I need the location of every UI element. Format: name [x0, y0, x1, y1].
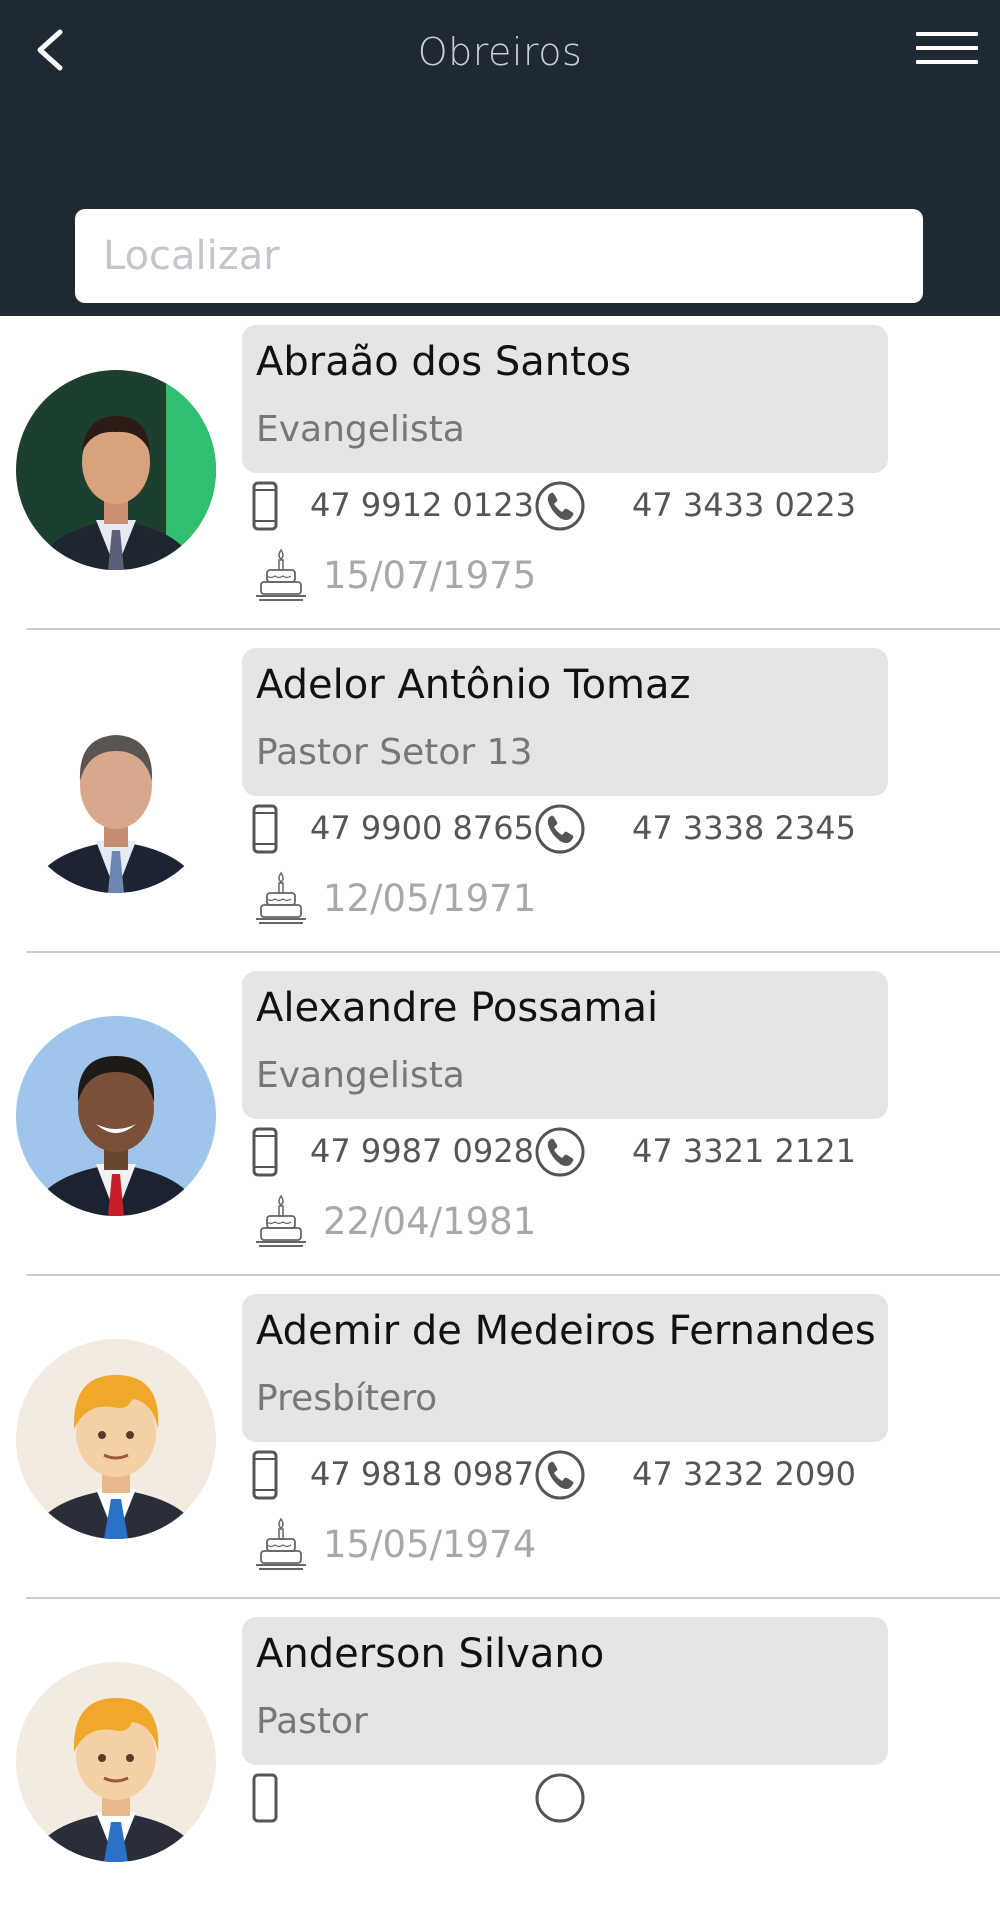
list-item[interactable]: Alexandre Possamai Evangelista 47 9987 0…: [0, 962, 1000, 1285]
list-item[interactable]: Ademir de Medeiros Fernandes Presbítero …: [0, 1285, 1000, 1608]
divider: [26, 1597, 1000, 1599]
birthday-row: 15/07/1975: [255, 548, 655, 608]
telephone-icon[interactable]: [534, 480, 586, 532]
hamburger-menu-icon[interactable]: [916, 32, 978, 70]
worker-name-box[interactable]: Adelor Antônio Tomaz Pastor Setor 13: [242, 648, 888, 796]
mobile-phone-icon: [252, 1127, 278, 1177]
divider: [26, 951, 1000, 953]
worker-name-box[interactable]: Ademir de Medeiros Fernandes Presbítero: [242, 1294, 888, 1442]
worker-name: Abraão dos Santos: [256, 339, 632, 385]
list-item[interactable]: Anderson Silvano Pastor: [0, 1608, 1000, 1931]
contact-row: 47 9818 0987 47 3232 2090: [252, 1445, 892, 1505]
list-item[interactable]: Adelor Antônio Tomaz Pastor Setor 13 47 …: [0, 639, 1000, 962]
contact-row: 47 9912 0123 47 3433 0223: [252, 476, 892, 536]
divider: [26, 628, 1000, 630]
mobile-number[interactable]: 47 9987 0928: [310, 1132, 534, 1170]
worker-name-box[interactable]: Anderson Silvano Pastor: [242, 1617, 888, 1765]
birthday-date: 15/07/1975: [323, 554, 537, 597]
divider: [26, 1274, 1000, 1276]
avatar: [16, 1662, 216, 1862]
contact-row: 47 9900 8765 47 3338 2345: [252, 799, 892, 859]
worker-role: Pastor: [256, 1701, 368, 1742]
worker-name: Adelor Antônio Tomaz: [256, 662, 691, 708]
birthday-date: 12/05/1971: [323, 877, 537, 920]
telephone-icon[interactable]: [534, 1126, 586, 1178]
worker-name: Anderson Silvano: [256, 1631, 605, 1677]
mobile-phone-icon: [252, 1450, 278, 1500]
mobile-phone-icon: [252, 481, 278, 531]
worker-role: Pastor Setor 13: [256, 732, 533, 773]
birthday-date: 15/05/1974: [323, 1523, 537, 1566]
page-title: Obreiros: [417, 30, 583, 74]
landline-number[interactable]: 47 3232 2090: [632, 1455, 856, 1493]
app-header: Obreiros: [0, 0, 1000, 316]
avatar: [16, 1016, 216, 1216]
birthday-cake-icon: [256, 871, 306, 924]
landline-number[interactable]: 47 3321 2121: [632, 1132, 856, 1170]
birthday-row: 22/04/1981: [255, 1194, 655, 1254]
avatar: [16, 1339, 216, 1539]
telephone-icon[interactable]: [534, 1449, 586, 1501]
birthday-cake-icon: [256, 548, 306, 601]
mobile-phone-icon: [252, 804, 278, 854]
mobile-phone-icon: [252, 1773, 278, 1823]
worker-name-box[interactable]: Abraão dos Santos Evangelista: [242, 325, 888, 473]
landline-number[interactable]: 47 3338 2345: [632, 809, 856, 847]
telephone-icon[interactable]: [534, 803, 586, 855]
worker-name: Ademir de Medeiros Fernandes: [256, 1308, 876, 1354]
search-input[interactable]: [75, 209, 923, 303]
birthday-row: 12/05/1971: [255, 871, 655, 931]
mobile-number[interactable]: 47 9900 8765: [310, 809, 534, 847]
workers-list: Abraão dos Santos Evangelista 47 9912 01…: [0, 316, 1000, 1931]
avatar: [16, 370, 216, 570]
mobile-number[interactable]: 47 9818 0987: [310, 1455, 534, 1493]
birthday-cake-icon: [256, 1517, 306, 1570]
birthday-row: 15/05/1974: [255, 1517, 655, 1577]
mobile-number[interactable]: 47 9912 0123: [310, 486, 534, 524]
list-item[interactable]: Abraão dos Santos Evangelista 47 9912 01…: [0, 316, 1000, 639]
worker-role: Presbítero: [256, 1378, 438, 1419]
contact-row: 47 9987 0928 47 3321 2121: [252, 1122, 892, 1182]
worker-role: Evangelista: [256, 1055, 465, 1096]
worker-name: Alexandre Possamai: [256, 985, 659, 1031]
landline-number[interactable]: 47 3433 0223: [632, 486, 856, 524]
contact-row: [252, 1768, 892, 1828]
avatar: [16, 693, 216, 893]
birthday-date: 22/04/1981: [323, 1200, 537, 1243]
telephone-icon[interactable]: [534, 1772, 586, 1824]
birthday-cake-icon: [256, 1194, 306, 1247]
worker-role: Evangelista: [256, 409, 465, 450]
worker-name-box[interactable]: Alexandre Possamai Evangelista: [242, 971, 888, 1119]
